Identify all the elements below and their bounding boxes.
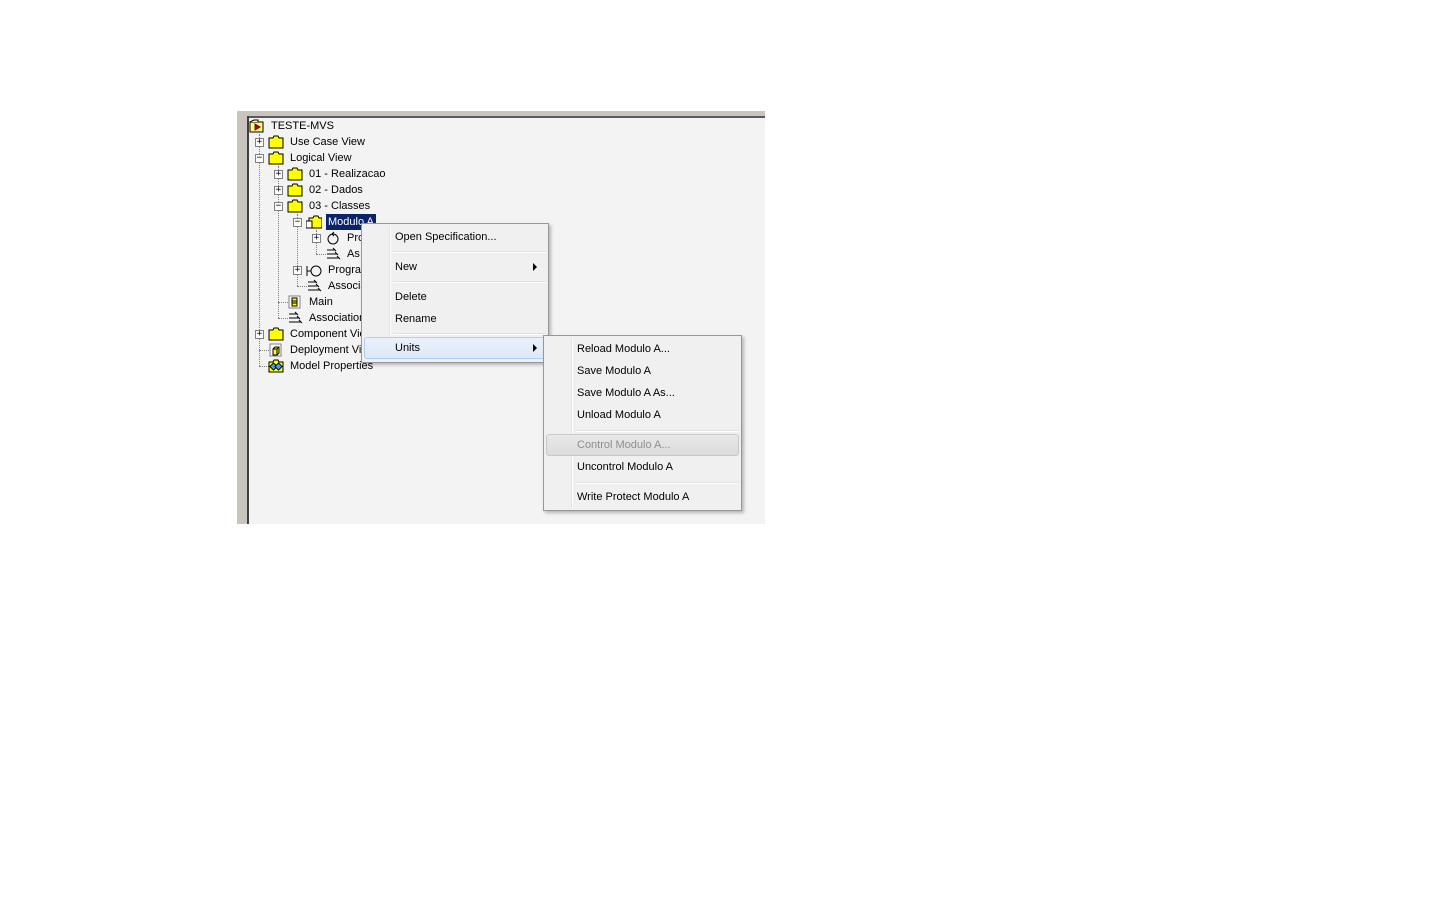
menu-separator	[393, 251, 546, 253]
tree-node-label: Component Vie	[290, 328, 366, 340]
menu-separator	[575, 430, 739, 432]
folder-icon	[287, 167, 303, 181]
collapse-button[interactable]: −	[255, 154, 264, 163]
tree-node-label: TESTE-MVS	[271, 120, 334, 132]
context-menu: Open Specification... New Delete Rename …	[361, 223, 549, 363]
expand-button[interactable]: +	[312, 234, 321, 243]
association-icon	[289, 311, 303, 324]
properties-icon	[268, 359, 284, 373]
expand-button[interactable]: +	[274, 186, 283, 195]
expand-button[interactable]: +	[255, 330, 264, 339]
menu-separator	[575, 482, 739, 484]
class-diagram-icon	[288, 295, 301, 309]
menu-item-delete[interactable]: Delete	[364, 287, 546, 307]
association-icon	[308, 279, 322, 292]
tree-node-label: Association	[309, 312, 366, 324]
expand-button[interactable]: +	[274, 170, 283, 179]
tree-node-label: Progra	[328, 264, 362, 276]
control-class-icon	[327, 231, 339, 245]
menu-item-control: Control Modulo A...	[546, 434, 739, 456]
controlled-package-icon	[306, 215, 322, 229]
expand-button[interactable]: +	[255, 138, 264, 147]
deployment-icon	[269, 343, 282, 357]
tree-node-label: Main	[309, 296, 333, 308]
tree-node-label: 01 - Realizacao	[309, 168, 386, 180]
menu-item-reload[interactable]: Reload Modulo A...	[546, 339, 739, 359]
menu-item-units[interactable]: Units	[364, 337, 546, 359]
interface-class-icon	[306, 265, 322, 277]
tree-node-label: Use Case View	[290, 136, 365, 148]
association-icon	[327, 247, 341, 260]
folder-icon	[287, 199, 303, 213]
folder-icon	[287, 183, 303, 197]
menu-item-save-as[interactable]: Save Modulo A As...	[546, 383, 739, 403]
expand-button[interactable]: +	[293, 266, 302, 275]
units-submenu: Reload Modulo A... Save Modulo A Save Mo…	[543, 335, 742, 511]
model-icon	[249, 119, 264, 133]
menu-item-save[interactable]: Save Modulo A	[546, 361, 739, 381]
folder-icon	[268, 327, 284, 341]
tree-node-label: 03 - Classes	[309, 200, 371, 212]
menu-item-new[interactable]: New	[364, 257, 546, 277]
window-left-border	[237, 111, 247, 524]
menu-item-open-specification[interactable]: Open Specification...	[364, 227, 546, 247]
tree-node-label: As	[347, 248, 360, 260]
submenu-arrow-icon	[533, 344, 537, 352]
menu-separator	[393, 333, 546, 335]
folder-icon	[268, 151, 284, 165]
menu-separator	[393, 281, 546, 283]
collapse-button[interactable]: −	[293, 218, 302, 227]
menu-item-unload[interactable]: Unload Modulo A	[546, 405, 739, 425]
submenu-arrow-icon	[533, 263, 537, 271]
tree-node-label: Deployment Vie	[290, 344, 368, 356]
tree-node-label: Logical View	[290, 152, 352, 164]
menu-item-uncontrol[interactable]: Uncontrol Modulo A	[546, 457, 739, 477]
menu-item-rename[interactable]: Rename	[364, 309, 546, 329]
tree-node-label: 02 - Dados	[309, 184, 363, 196]
folder-icon	[268, 135, 284, 149]
collapse-button[interactable]: −	[274, 202, 283, 211]
menu-item-write-protect[interactable]: Write Protect Modulo A	[546, 487, 739, 507]
